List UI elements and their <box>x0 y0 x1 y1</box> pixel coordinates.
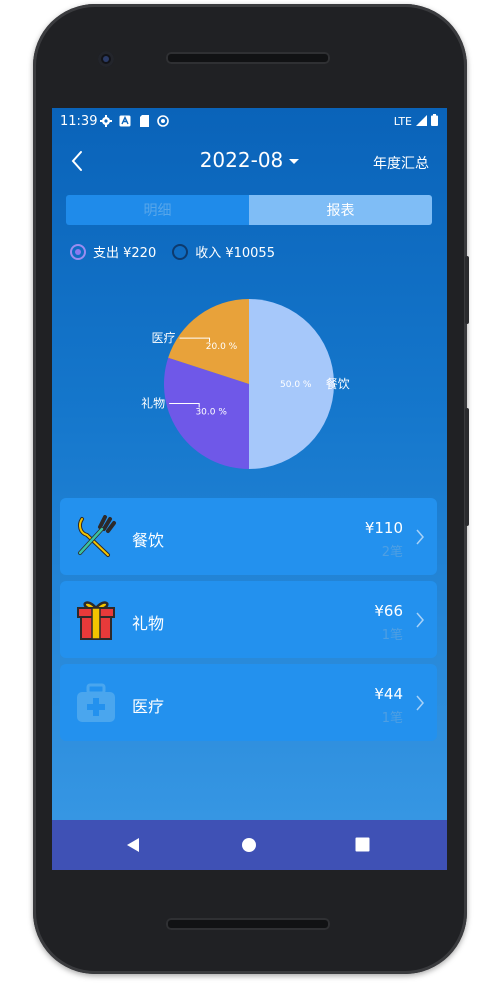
gear-icon <box>100 115 112 127</box>
tab-report[interactable]: 报表 <box>249 195 432 225</box>
android-nav-bar <box>52 820 447 870</box>
nav-recents-icon[interactable] <box>355 837 370 856</box>
top-speaker <box>166 52 330 64</box>
income-radio-label: 收入 ¥10055 <box>195 246 275 261</box>
pie-percent-label: 30.0 % <box>195 407 227 417</box>
annual-summary-button[interactable]: 年度汇总 <box>373 153 429 173</box>
chevron-right-icon <box>415 528 425 546</box>
signal-icon <box>416 114 427 129</box>
chevron-right-icon <box>415 694 425 712</box>
pie-category-label: 礼物 <box>141 395 165 410</box>
category-list: 餐饮 ¥110 2笔 礼物 ¥66 1笔 医疗 ¥44 1笔 <box>60 498 437 747</box>
category-item[interactable]: 餐饮 ¥110 2笔 <box>60 498 437 575</box>
category-name: 医疗 <box>132 697 165 716</box>
utensils-icon <box>74 515 118 559</box>
bottom-speaker <box>166 918 330 930</box>
gift-icon <box>74 598 118 642</box>
month-label: 2022-08 <box>199 148 284 172</box>
network-label: LTE <box>393 115 412 128</box>
category-name: 餐饮 <box>132 531 165 550</box>
expense-radio-label: 支出 ¥220 <box>93 246 157 261</box>
category-amount: ¥110 <box>364 519 403 537</box>
nav-back-icon[interactable] <box>126 837 140 857</box>
type-radio-group: 支出 ¥220 收入 ¥10055 <box>70 242 291 261</box>
pie-percent-label: 50.0 % <box>280 380 312 390</box>
income-radio[interactable]: 收入 ¥10055 <box>172 242 275 261</box>
status-bar: 11:39 LTE <box>52 108 447 136</box>
sd-card-icon <box>138 115 150 127</box>
power-button <box>465 256 469 324</box>
category-count: 2笔 <box>381 545 403 560</box>
caret-down-icon <box>289 159 300 164</box>
category-item[interactable]: 医疗 ¥44 1笔 <box>60 664 437 741</box>
radio-unselected-icon <box>172 243 189 260</box>
category-pie-chart: 50.0 % 餐饮 30.0 % 礼物 20.0 % 医疗 <box>141 299 350 469</box>
tab-details[interactable]: 明细 <box>66 195 249 225</box>
category-item[interactable]: 礼物 ¥66 1笔 <box>60 581 437 658</box>
radio-selected-icon <box>70 243 86 260</box>
expense-radio[interactable]: 支出 ¥220 <box>70 242 156 261</box>
pie-percent-label: 20.0 % <box>206 342 238 352</box>
category-name: 礼物 <box>132 614 165 633</box>
category-count: 1笔 <box>381 711 403 726</box>
pie-category-label: 餐饮 <box>326 376 350 391</box>
app-bar: 2022-08 年度汇总 <box>52 140 447 184</box>
category-amount: ¥66 <box>374 602 403 620</box>
front-camera <box>98 51 114 67</box>
category-count: 1笔 <box>381 628 403 643</box>
battery-icon <box>431 114 438 129</box>
pie-category-label: 医疗 <box>152 331 176 345</box>
chevron-right-icon <box>415 611 425 629</box>
view-tabs: 明细 报表 <box>66 195 432 225</box>
volume-button <box>465 408 469 526</box>
medical-kit-icon <box>74 681 118 725</box>
app-screen: 11:39 LTE 2022-08 年度汇总 明细 报表 支出 ¥220 收入 … <box>52 108 447 870</box>
status-time: 11:39 <box>60 114 98 129</box>
category-amount: ¥44 <box>374 685 403 703</box>
app-a-icon <box>119 115 131 127</box>
sync-icon <box>157 115 169 127</box>
nav-home-icon[interactable] <box>241 837 257 857</box>
